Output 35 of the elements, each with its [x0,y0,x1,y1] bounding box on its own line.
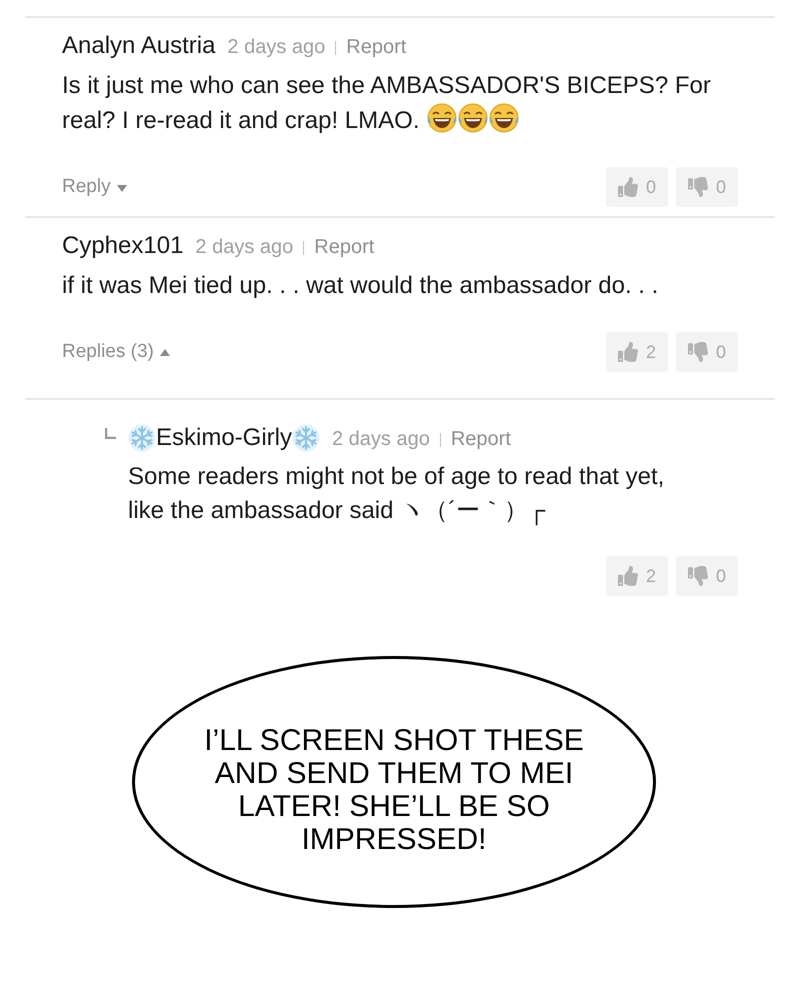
reply-button[interactable]: Reply [62,172,127,202]
like-button[interactable]: 2 [606,556,668,596]
like-button[interactable]: 0 [606,167,668,207]
comment-text: if it was Mei tied up. . . wat would the ambassador do. . . [62,272,658,299]
collapse-replies-button[interactable]: Replies (3) [62,338,170,366]
timestamp: 2 days ago [332,427,430,452]
author-name[interactable]: Cyphex101 [62,232,184,260]
speech-bubble-text: I’LL SCREEN SHOT THESE AND SEND THEM TO MEI LATER! SHE’LL BE SO IMPRESSED! [203,723,585,856]
report-link[interactable]: Report [450,422,511,454]
thumbs-up-icon [618,342,638,362]
author-name[interactable]: Analyn Austria [62,32,216,60]
caret-down-icon [116,185,127,192]
like-button[interactable]: 2 [606,332,668,372]
report-link[interactable]: Report [314,230,374,262]
caret-up-icon [160,348,170,356]
dislike-button[interactable]: 0 [676,167,738,207]
laughing-emoji-icon [488,103,518,133]
reply-indent-icon [105,428,116,439]
dislike-button[interactable]: 0 [676,332,738,372]
timestamp: 2 days ago [195,235,294,260]
thumbs-down-icon [688,342,708,362]
thumbs-down-icon [688,566,708,586]
timestamp: 2 days ago [227,35,326,60]
report-link[interactable]: Report [346,30,406,62]
author-name[interactable]: Eskimo-Girly [156,424,292,452]
snowflake-icon [292,424,320,452]
thumbs-up-icon [618,566,638,586]
laughing-emoji-icon [458,103,488,133]
laughing-emoji-icon [426,103,456,133]
comment-text: Is it just me who can see the AMBASSADOR'S BICEPS? For real? I re-read it and crap! LMAO. [62,72,711,134]
thumbs-up-icon [618,177,638,197]
snowflake-icon [128,424,156,452]
thumbs-down-icon [688,177,708,197]
dislike-button[interactable]: 0 [676,556,738,596]
comment-text: Some readers might not be of age to read that yet, like the ambassador said ヽ（´ー｀）┌ [128,463,664,524]
